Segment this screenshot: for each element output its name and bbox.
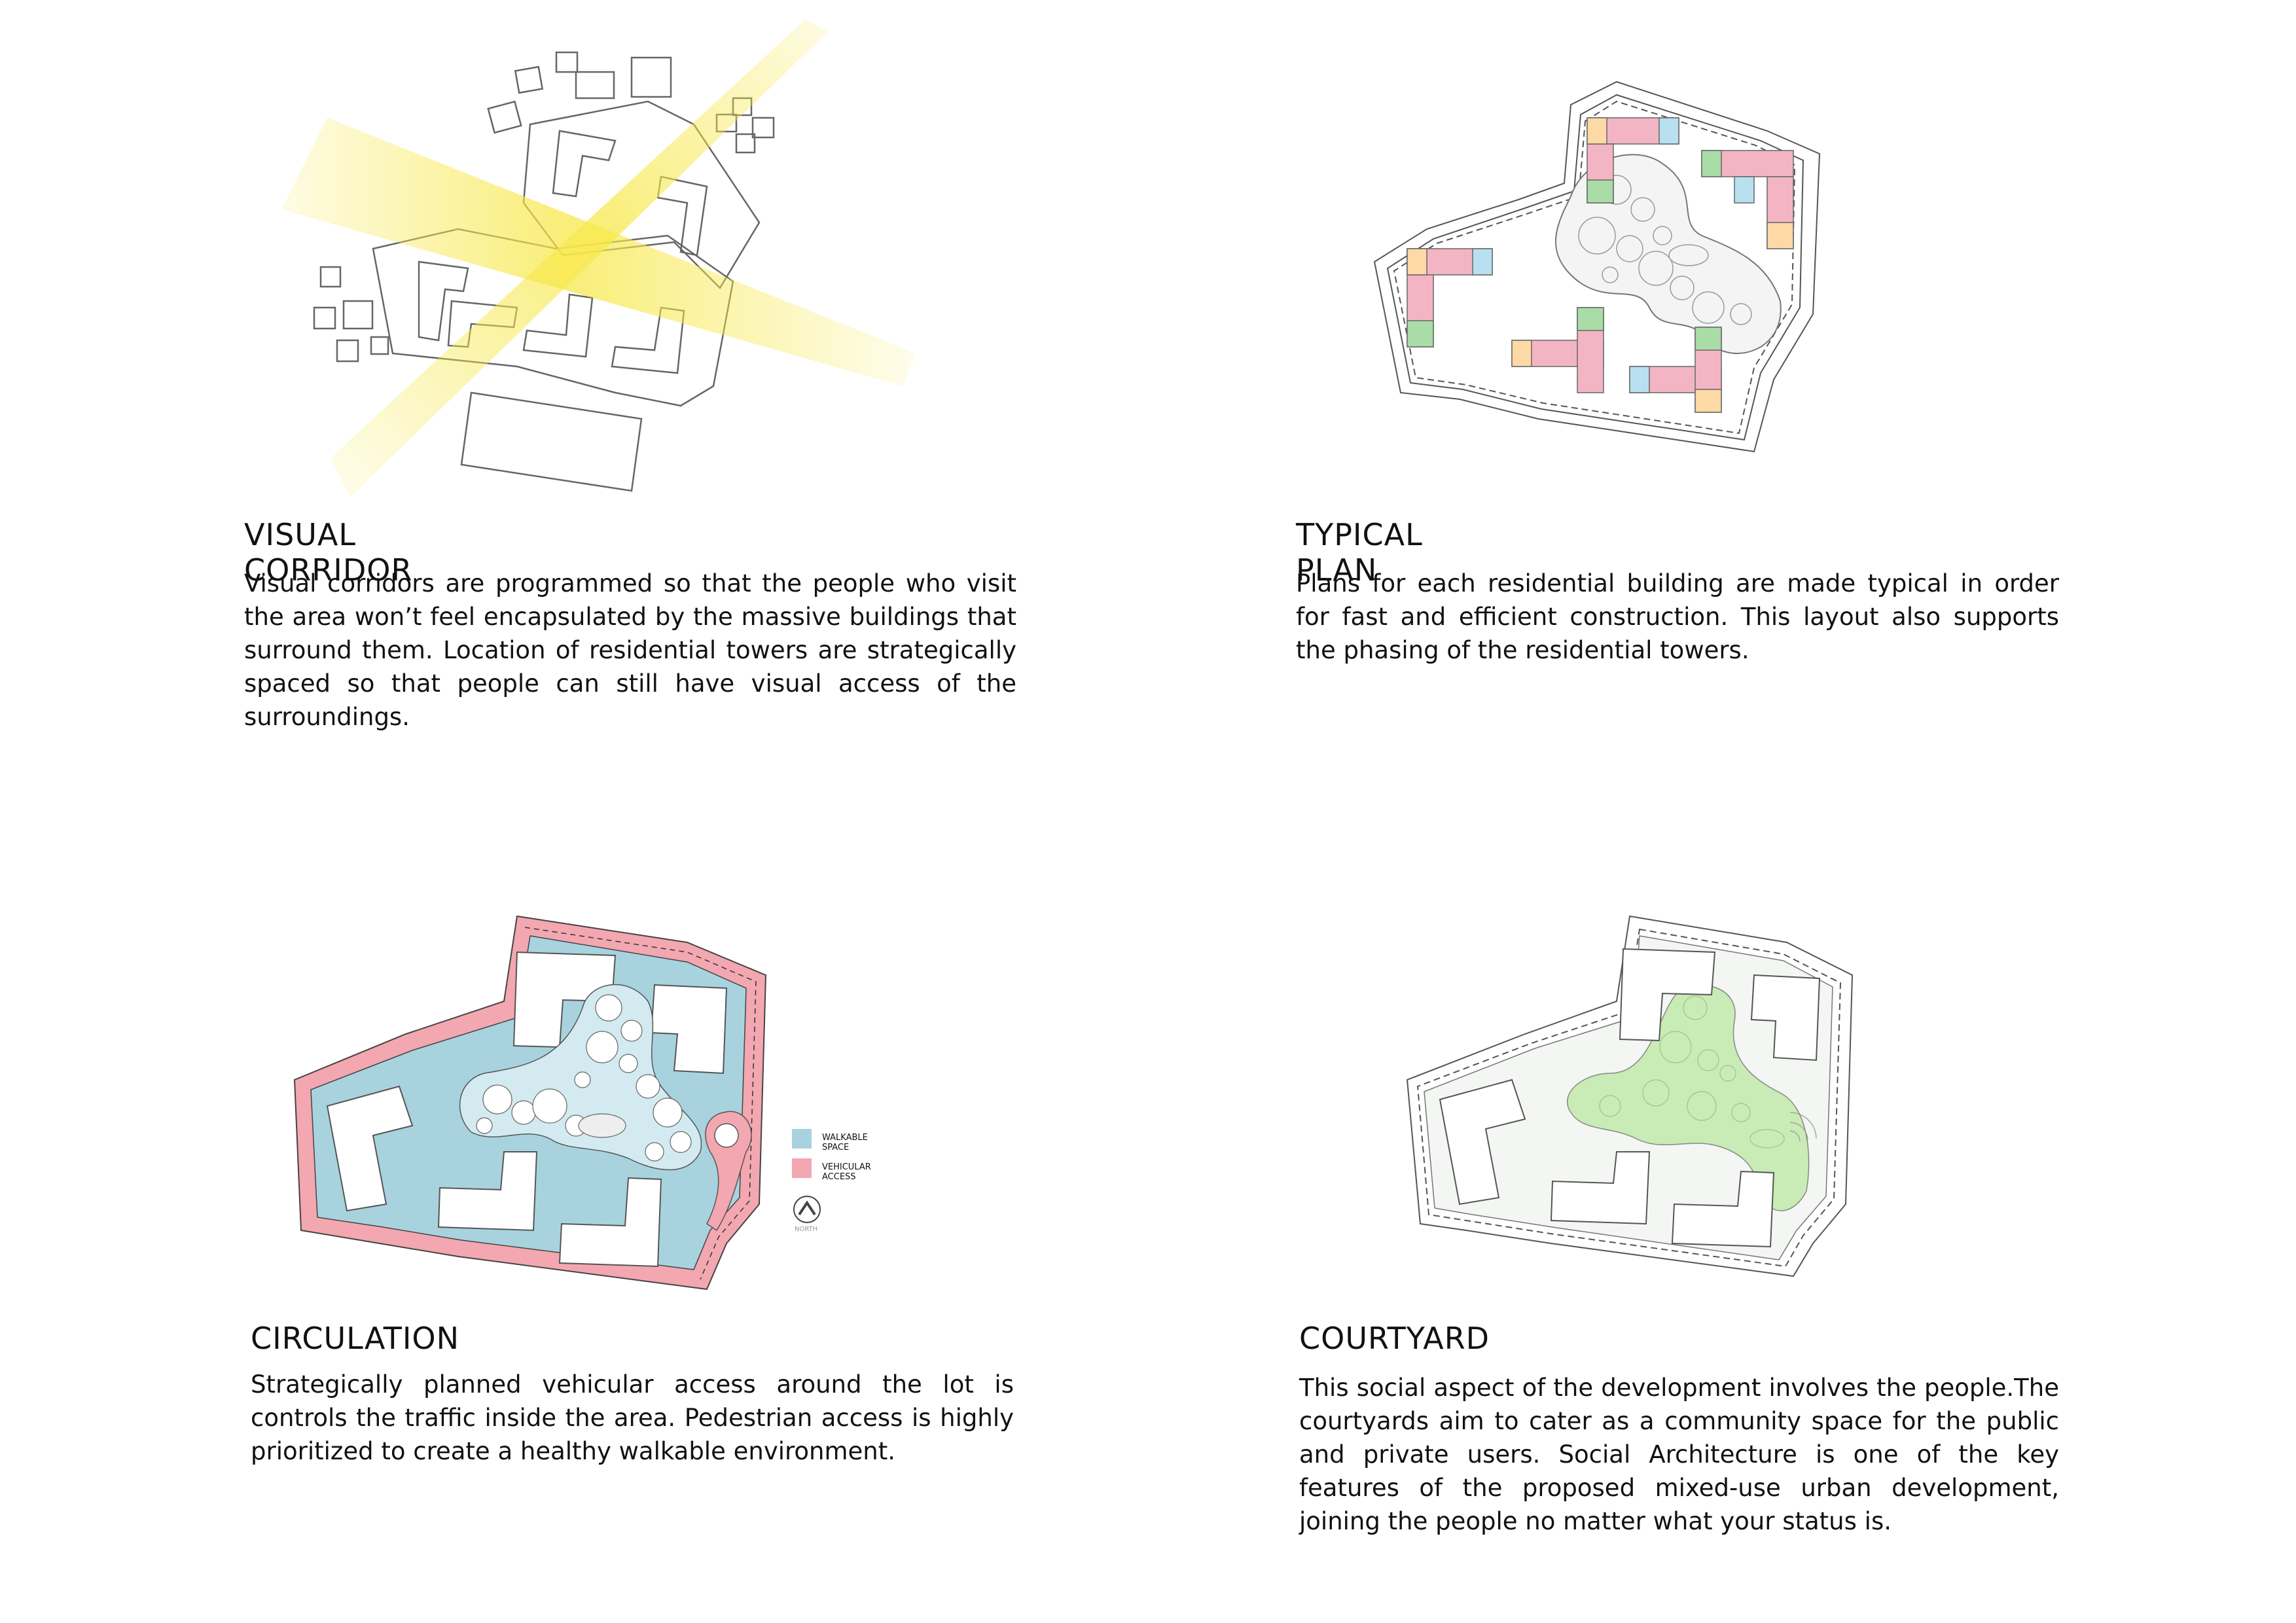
legend-label-vehicular: VEHICULAR ACCESS: [822, 1162, 871, 1182]
circulation-description: Strategically planned vehicular access a…: [251, 1370, 1014, 1465]
courtyard-diagram: [1406, 915, 1854, 1277]
visual-corridor-description: Visual corridors are programmed so that …: [244, 569, 1016, 731]
circulation-diagram: [293, 915, 821, 1291]
legend-label-walkable: WALKABLE SPACE: [822, 1133, 868, 1152]
circulation-title: CIRCULATION: [251, 1321, 460, 1356]
visual-corridor-diagram: [281, 20, 916, 497]
north-arrow-icon: [793, 1196, 821, 1223]
north-label: NORTH: [795, 1226, 818, 1233]
courtyard-description: This social aspect of the development in…: [1299, 1374, 2059, 1535]
courtyard-title: COURTYARD: [1299, 1321, 1490, 1356]
legend-swatch-walkable: [792, 1129, 812, 1149]
typical-plan-description: Plans for each residential building are …: [1296, 569, 2059, 664]
typical-plan-diagram: [1373, 80, 1821, 453]
legend-swatch-vehicular: [792, 1158, 812, 1178]
